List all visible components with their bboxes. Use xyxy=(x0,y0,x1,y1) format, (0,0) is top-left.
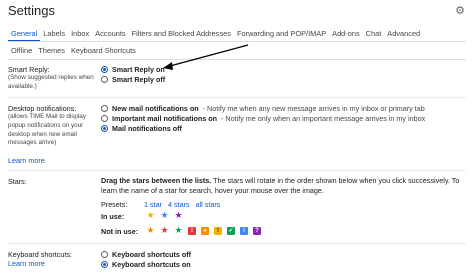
tab-forwarding[interactable]: Forwarding and POP/IMAP xyxy=(234,28,329,42)
tab-advanced[interactable]: Advanced xyxy=(384,28,423,42)
orange-star-icon[interactable]: ★ xyxy=(146,226,155,235)
yellow-star-icon[interactable]: ★ xyxy=(146,211,155,220)
settings-tabs-secondary: Offline Themes Keyboard Shortcuts xyxy=(8,45,139,58)
stars-label: Stars: xyxy=(8,177,27,186)
desktop-learn-more-link[interactable]: Learn more xyxy=(8,156,45,165)
in-use-stars: ★ ★ ★ xyxy=(146,211,183,220)
tab-keyboard-shortcuts[interactable]: Keyboard Shortcuts xyxy=(68,45,139,58)
row-divider xyxy=(8,170,466,171)
green-star-icon[interactable]: ★ xyxy=(174,226,183,235)
preset-all-stars-link[interactable]: all stars xyxy=(196,200,221,209)
tab-accounts[interactable]: Accounts xyxy=(92,28,128,42)
radio-selected[interactable] xyxy=(101,66,108,73)
tab-addons[interactable]: Add-ons xyxy=(329,28,363,42)
tab-themes[interactable]: Themes xyxy=(35,45,68,58)
new-mail-notifications-label: New mail notifications on xyxy=(112,104,199,113)
tab-filters[interactable]: Filters and Blocked Addresses xyxy=(129,28,234,42)
row-divider xyxy=(8,97,466,98)
desktop-notifications-sublabel: (allows TIME Mail to display popup notif… xyxy=(8,113,86,147)
tab-chat[interactable]: Chat xyxy=(363,28,385,42)
settings-tabs-primary: General Labels Inbox Accounts Filters an… xyxy=(8,28,423,42)
radio-unselected[interactable] xyxy=(101,251,108,258)
not-in-use-stars: ★ ★ ★ ! » ! ✓ i ? xyxy=(146,226,261,235)
preset-1-star-link[interactable]: 1 star xyxy=(144,200,162,209)
important-mail-notifications-option[interactable]: Important mail notifications on - Notify… xyxy=(101,114,425,123)
smart-reply-sublabel: (Show suggested replies when available.) xyxy=(8,74,94,90)
radio-unselected[interactable] xyxy=(101,115,108,122)
purple-star-icon[interactable]: ★ xyxy=(174,211,183,220)
keyboard-shortcuts-off-label: Keyboard shortcuts off xyxy=(112,250,192,259)
important-mail-notifications-label: Important mail notifications on xyxy=(112,114,218,123)
keyboard-shortcuts-on-label: Keyboard shortcuts on xyxy=(112,260,191,269)
mail-notifications-off-option[interactable]: Mail notifications off xyxy=(101,124,182,133)
important-mail-notifications-desc: - Notify me only when an important messa… xyxy=(221,114,426,123)
keyboard-shortcuts-on-option[interactable]: Keyboard shortcuts on xyxy=(101,260,191,269)
preset-4-stars-link[interactable]: 4 stars xyxy=(168,200,190,209)
red-star-icon[interactable]: ★ xyxy=(160,226,169,235)
desktop-notifications-label: Desktop notifications: xyxy=(8,104,77,113)
tab-offline[interactable]: Offline xyxy=(8,45,35,58)
yellow-bang-icon[interactable]: ! xyxy=(214,226,222,235)
green-check-icon[interactable]: ✓ xyxy=(227,226,235,235)
keyboard-learn-more-link[interactable]: Learn more xyxy=(8,259,45,268)
row-divider xyxy=(8,243,466,244)
radio-unselected[interactable] xyxy=(101,105,108,112)
tab-general[interactable]: General xyxy=(8,28,41,42)
red-bang-icon[interactable]: ! xyxy=(188,226,196,235)
divider xyxy=(8,41,466,42)
stars-presets: Presets: 1 star 4 stars all stars xyxy=(101,200,220,209)
tab-labels[interactable]: Labels xyxy=(40,28,68,42)
radio-selected[interactable] xyxy=(101,125,108,132)
purple-question-icon[interactable]: ? xyxy=(253,226,261,235)
smart-reply-on-label: Smart Reply on xyxy=(112,65,165,74)
orange-guillemet-icon[interactable]: » xyxy=(201,226,209,235)
divider xyxy=(8,59,466,60)
radio-selected[interactable] xyxy=(101,261,108,268)
blue-info-icon[interactable]: i xyxy=(240,226,248,235)
new-mail-notifications-option[interactable]: New mail notifications on - Notify me wh… xyxy=(101,104,425,113)
blue-star-icon[interactable]: ★ xyxy=(160,211,169,220)
mail-notifications-off-label: Mail notifications off xyxy=(112,124,182,133)
tab-inbox[interactable]: Inbox xyxy=(68,28,92,42)
radio-unselected[interactable] xyxy=(101,76,108,83)
gear-icon[interactable]: ⚙ xyxy=(454,5,466,17)
keyboard-shortcuts-label: Keyboard shortcuts: xyxy=(8,250,72,259)
in-use-label: In use: xyxy=(101,212,125,221)
stars-drag-text: Drag the stars between the lists. xyxy=(101,176,212,185)
not-in-use-label: Not in use: xyxy=(101,227,139,236)
new-mail-notifications-desc: - Notify me when any new message arrives… xyxy=(202,104,425,113)
page-title: Settings xyxy=(8,3,55,18)
keyboard-shortcuts-off-option[interactable]: Keyboard shortcuts off xyxy=(101,250,191,259)
smart-reply-off-label: Smart Reply off xyxy=(112,75,166,84)
smart-reply-on-option[interactable]: Smart Reply on xyxy=(101,65,165,74)
smart-reply-off-option[interactable]: Smart Reply off xyxy=(101,75,165,84)
smart-reply-label: Smart Reply: xyxy=(8,65,50,74)
presets-label: Presets: xyxy=(101,200,128,209)
stars-instructions: Drag the stars between the lists. The st… xyxy=(101,176,461,196)
